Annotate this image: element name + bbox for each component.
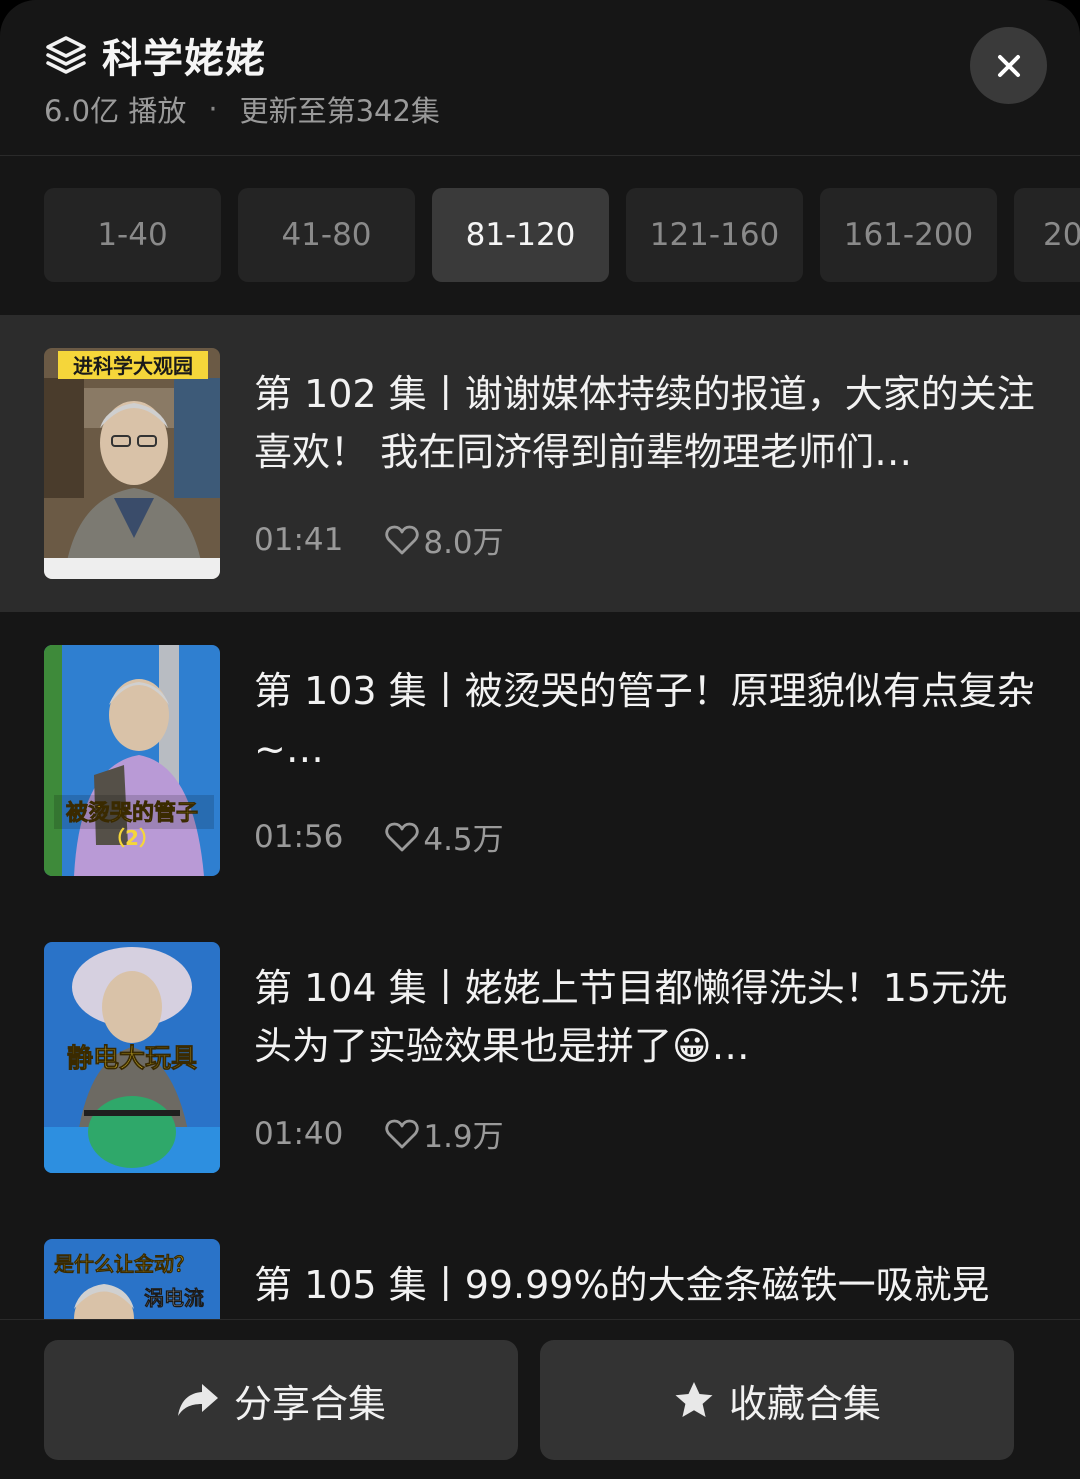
likes-count: 1.9万 <box>423 1119 504 1155</box>
thumb-caption: 进科学大观园 <box>73 354 193 378</box>
sheet-header: 科学姥姥 6.0亿 播放 · 更新至第342集 <box>0 0 1080 156</box>
episode-thumbnail: 是什么让金动？ 涡电流 <box>44 1239 220 1319</box>
collection-meta: 6.0亿 播放 · 更新至第342集 <box>44 88 440 130</box>
meta-separator: · <box>208 92 218 126</box>
likes-count: 4.5万 <box>423 822 504 858</box>
collection-sheet: 科学姥姥 6.0亿 播放 · 更新至第342集 1-40 41-80 81-12… <box>0 0 1080 1479</box>
tab-range-81-120[interactable]: 81-120 <box>432 188 609 282</box>
episode-title: 第 103 集丨被烫哭的管子！原理貌似有点复杂~… <box>254 669 1035 771</box>
episode-thumbnail: 被烫哭的管子 （2） <box>44 645 220 876</box>
episode-thumbnail: 静电大玩具 <box>44 942 220 1173</box>
favorite-collection-button[interactable]: 收藏合集 <box>540 1340 1014 1460</box>
episode-meta: 01:40 1.9万 <box>254 1111 504 1156</box>
tab-range-41-80[interactable]: 41-80 <box>238 188 415 282</box>
episode-thumbnail: 进科学大观园 <box>44 348 220 579</box>
episode-duration: 01:41 <box>254 521 344 558</box>
heart-outline-icon <box>385 525 419 554</box>
title-row: 科学姥姥 <box>44 26 266 84</box>
episode-item[interactable]: 进科学大观园 第 102 集丨谢谢媒体持续的报道，大家的关注喜欢！ 我在同济得到… <box>0 315 1080 612</box>
episode-title: 第 104 集丨姥姥上节目都懒得洗头！15元洗头为了实验效果也是拼了😀… <box>254 966 1008 1068</box>
episode-meta: 01:56 4.5万 <box>254 814 504 859</box>
episode-item[interactable]: 是什么让金动？ 涡电流 第 105 集丨99.99%的大金条磁铁一吸就晃 <box>0 1206 1080 1319</box>
tab-range-161-200[interactable]: 161-200 <box>820 188 997 282</box>
tab-range-1-40[interactable]: 1-40 <box>44 188 221 282</box>
heart-outline-icon <box>385 822 419 851</box>
share-label: 分享合集 <box>233 1381 386 1426</box>
bottom-action-bar: 分享合集 收藏合集 <box>0 1319 1080 1479</box>
thumb-caption: 是什么让金动？ <box>53 1252 194 1276</box>
tab-range-partial[interactable]: 20 <box>1014 188 1080 282</box>
share-collection-button[interactable]: 分享合集 <box>44 1340 518 1460</box>
episode-duration: 01:56 <box>254 818 344 855</box>
collection-title: 科学姥姥 <box>102 36 266 82</box>
thumb-caption-secondary: （2） <box>105 826 159 850</box>
thumb-caption-secondary: 涡电流 <box>144 1286 204 1310</box>
thumb-caption: 静电大玩具 <box>67 1043 197 1074</box>
episode-duration: 01:40 <box>254 1115 344 1152</box>
episode-title: 第 105 集丨99.99%的大金条磁铁一吸就晃 <box>254 1263 990 1307</box>
episode-meta: 01:41 8.0万 <box>254 517 504 562</box>
close-icon <box>997 54 1020 77</box>
episode-item[interactable]: 静电大玩具 第 104 集丨姥姥上节目都懒得洗头！15元洗头为了实验效果也是拼了… <box>0 909 1080 1206</box>
close-button[interactable] <box>970 27 1047 104</box>
likes-count: 8.0万 <box>423 525 504 561</box>
star-icon <box>675 1382 713 1417</box>
episode-likes: 1.9万 <box>385 1111 504 1156</box>
heart-outline-icon <box>385 1119 419 1148</box>
share-arrow-icon <box>177 1384 218 1416</box>
episode-item[interactable]: 被烫哭的管子 （2） 第 103 集丨被烫哭的管子！原理貌似有点复杂~… 01:… <box>0 612 1080 909</box>
episode-title: 第 102 集丨谢谢媒体持续的报道，大家的关注喜欢！ 我在同济得到前辈物理老师们… <box>254 372 1035 474</box>
thumb-caption: 被烫哭的管子 <box>66 800 198 826</box>
update-status: 更新至第342集 <box>239 94 440 128</box>
favorite-label: 收藏合集 <box>728 1381 881 1426</box>
stack-icon <box>46 36 86 74</box>
play-count: 6.0亿 播放 <box>44 94 187 128</box>
episode-list[interactable]: 进科学大观园 第 102 集丨谢谢媒体持续的报道，大家的关注喜欢！ 我在同济得到… <box>0 315 1080 1319</box>
tab-range-121-160[interactable]: 121-160 <box>626 188 803 282</box>
episode-likes: 8.0万 <box>385 517 504 562</box>
episode-range-tabs: 1-40 41-80 81-120 121-160 161-200 20 <box>44 188 1080 282</box>
episode-likes: 4.5万 <box>385 814 504 859</box>
